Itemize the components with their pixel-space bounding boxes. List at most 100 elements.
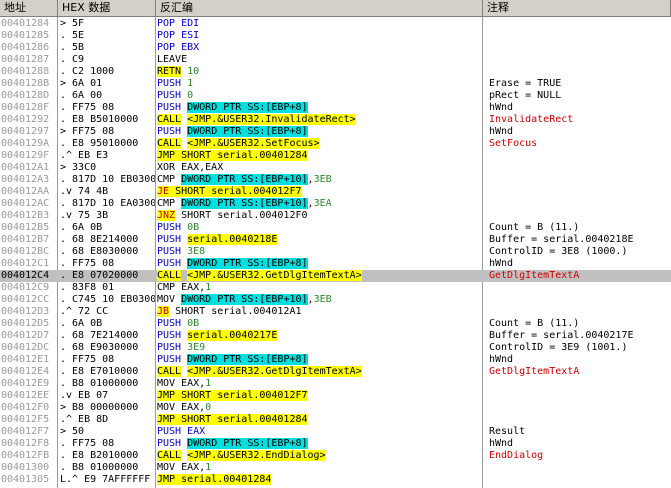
- row-disassembly: PUSH EAX: [157, 426, 480, 438]
- disasm-token: 3E8: [187, 246, 206, 257]
- row-disassembly: POP EDI: [157, 18, 480, 30]
- disasm-token: PUSH: [157, 438, 188, 449]
- row-address: 004012AC: [1, 198, 50, 209]
- listing-row[interactable]: 004012F8 . FF75 08 PUSH DWORD PTR SS:[EBP+…: [0, 438, 671, 450]
- listing-row[interactable]: 004012D3 .^ 72 CC JB SHORT serial.004012A1: [0, 306, 671, 318]
- row-hex-bytes: . 5E: [60, 30, 85, 41]
- row-hex-bytes: . B8 01000000: [60, 462, 139, 473]
- listing-row[interactable]: 00401284 > 5F POP EDI: [0, 18, 671, 30]
- disasm-token: DWORD PTR SS:[EBP+10]: [181, 198, 308, 209]
- row-address: 00401305: [1, 474, 50, 485]
- row-comment: SetFocus: [489, 138, 538, 149]
- listing-row[interactable]: 004012F5 .^ EB 8D JMP SHORT serial.0040128…: [0, 414, 671, 426]
- listing-row-selected[interactable]: 004012C4 . E8 07020000 CALL <JMP.&USER32.G…: [0, 270, 671, 282]
- column-header-comment[interactable]: 注释: [483, 0, 671, 17]
- listing-row[interactable]: 0040129F .^ EB E3 JMP SHORT serial.0040128…: [0, 150, 671, 162]
- row-disassembly: PUSH serial.0040217E: [157, 330, 480, 342]
- row-address: 004012A1: [1, 162, 50, 173]
- listing-row[interactable]: 004012FB . E8 B2010000 CALL <JMP.&USER32.E…: [0, 450, 671, 462]
- listing-row[interactable]: 00401287 . C9 LEAVE: [0, 54, 671, 66]
- listing-row[interactable]: 0040128B > 6A 01 PUSH 1 Erase = TRUE: [0, 78, 671, 90]
- row-comment: Buffer = serial.0040217E: [489, 330, 634, 341]
- listing-row[interactable]: 004012B7 . 68 8E214000 PUSH serial.0040218…: [0, 234, 671, 246]
- disassembly-listing[interactable]: 00401284 > 5F POP EDI 00401285. 5E POP ESI 00…: [0, 18, 671, 486]
- row-hex-bytes: . FF75 08: [60, 102, 115, 113]
- row-address: 004012CC: [1, 294, 50, 305]
- row-disassembly: PUSH 3E9: [157, 342, 480, 354]
- disasm-token: DWORD PTR SS:[EBP+8]: [187, 258, 308, 269]
- listing-row[interactable]: 00401300 . B8 01000000 MOV EAX,1: [0, 462, 671, 474]
- row-comment: [489, 282, 671, 294]
- column-header-hex[interactable]: HEX 数据: [58, 0, 156, 17]
- row-disassembly: CALL <JMP.&USER32.InvalidateRect>: [157, 114, 480, 126]
- disasm-token: serial.0040217E: [187, 330, 278, 341]
- listing-row[interactable]: 004012A1 > 33C0 XOR EAX,EAX: [0, 162, 671, 174]
- row-hex-bytes: > 50: [60, 426, 85, 437]
- row-disassembly: CALL <JMP.&USER32.GetDlgItemTextA>: [157, 270, 480, 282]
- row-disassembly: CALL <JMP.&USER32.SetFocus>: [157, 138, 480, 150]
- listing-row[interactable]: 004012E9 . B8 01000000 MOV EAX,1: [0, 378, 671, 390]
- listing-row[interactable]: 00401286 . 5B POP EBX: [0, 42, 671, 54]
- listing-row[interactable]: 004012F7 > 50 PUSH EAX Result: [0, 426, 671, 438]
- row-comment: [489, 474, 671, 486]
- listing-row[interactable]: 004012CC . C745 10 EB03000 MOV DWORD PTR S…: [0, 294, 671, 306]
- row-disassembly: PUSH DWORD PTR SS:[EBP+8]: [157, 126, 480, 138]
- listing-row[interactable]: 004012EE .v EB 07 JMP SHORT serial.004012F…: [0, 390, 671, 402]
- row-comment: InvalidateRect: [489, 114, 574, 125]
- listing-row[interactable]: 00401292 . E8 B5010000 CALL <JMP.&USER32.I…: [0, 114, 671, 126]
- disasm-token: MOV EAX,: [157, 378, 206, 389]
- listing-row[interactable]: 00401288 . C2 1000 RETN 10: [0, 66, 671, 78]
- listing-row[interactable]: 0040129A . E8 95010000 CALL <JMP.&USER32.S…: [0, 138, 671, 150]
- listing-row[interactable]: 004012D5 . 6A 0B PUSH 0B Count = B (11.): [0, 318, 671, 330]
- row-disassembly: LEAVE: [157, 54, 480, 66]
- listing-row[interactable]: 004012DC . 68 E9030000 PUSH 3E9 ControlID =…: [0, 342, 671, 354]
- listing-row[interactable]: 00401285 . 5E POP ESI: [0, 30, 671, 42]
- listing-row[interactable]: 004012B3 .v 75 3B JNZ SHORT serial.004012F…: [0, 210, 671, 222]
- listing-row[interactable]: 004012E4 . E8 E7010000 CALL <JMP.&USER32.G…: [0, 366, 671, 378]
- listing-row[interactable]: 0040128D . 6A 00 PUSH 0 pRect = NULL: [0, 90, 671, 102]
- row-hex-bytes: > 6A 01: [60, 78, 103, 89]
- listing-row[interactable]: 004012A3 . 817D 10 EB03000 CMP DWORD PTR S…: [0, 174, 671, 186]
- listing-row[interactable]: 004012BC . 68 E8030000 PUSH 3E8 ControlID =…: [0, 246, 671, 258]
- row-address: 004012FB: [1, 450, 50, 461]
- listing-row[interactable]: 00401297 > FF75 08 PUSH DWORD PTR SS:[EBP+…: [0, 126, 671, 138]
- disasm-token: 3EB: [313, 174, 332, 185]
- disasm-token: DWORD PTR SS:[EBP+8]: [187, 354, 308, 365]
- listing-row[interactable]: 00401305 L.^ E9 7AFFFFFF JMP serial.004012…: [0, 474, 671, 486]
- row-hex-bytes: . 68 E9030000: [60, 342, 139, 353]
- disasm-token: PUSH: [157, 78, 188, 89]
- row-comment: EndDialog: [489, 450, 544, 461]
- row-disassembly: CALL <JMP.&USER32.EndDialog>: [157, 450, 480, 462]
- row-hex-bytes: . B8 01000000: [60, 378, 139, 389]
- row-disassembly: MOV EAX,1: [157, 462, 480, 474]
- disasm-token: 10: [181, 66, 200, 77]
- listing-row[interactable]: 004012B5 . 6A 0B PUSH 0B Count = B (11.): [0, 222, 671, 234]
- column-header-address[interactable]: 地址: [0, 0, 58, 17]
- row-disassembly: JMP SHORT serial.00401284: [157, 414, 480, 426]
- disasm-token: PUSH: [157, 318, 188, 329]
- disasm-token: SHORT serial.004012F7: [169, 186, 302, 197]
- column-header-disassembly[interactable]: 反汇编: [156, 0, 483, 17]
- disasm-token: PUSH EAX: [157, 426, 206, 437]
- listing-row[interactable]: 004012F0 > B8 00000000 MOV EAX,0: [0, 402, 671, 414]
- listing-row[interactable]: 0040128F . FF75 08 PUSH DWORD PTR SS:[EBP+…: [0, 102, 671, 114]
- listing-row[interactable]: 004012AC . 817D 10 EA03000 CMP DWORD PTR S…: [0, 198, 671, 210]
- disasm-token: <JMP.&USER32.SetFocus>: [187, 138, 320, 149]
- listing-row[interactable]: 004012D7 . 68 7E214000 PUSH serial.0040217…: [0, 330, 671, 342]
- row-comment: [489, 414, 671, 426]
- disasm-token: CALL: [157, 366, 182, 377]
- row-hex-bytes: . 68 7E214000: [60, 330, 139, 341]
- disasm-token: 3E9: [187, 342, 206, 353]
- row-address: 004012E9: [1, 378, 50, 389]
- row-disassembly: PUSH 1: [157, 78, 480, 90]
- listing-row[interactable]: 004012C9 . 83F8 01 CMP EAX,1: [0, 282, 671, 294]
- listing-row[interactable]: 004012AA .v 74 4B JE SHORT serial.004012F7: [0, 186, 671, 198]
- row-hex-bytes: . E8 B5010000: [60, 114, 139, 125]
- row-comment: hWnd: [489, 258, 514, 269]
- row-disassembly: PUSH DWORD PTR SS:[EBP+8]: [157, 438, 480, 450]
- row-comment: Erase = TRUE: [489, 78, 562, 89]
- listing-row[interactable]: 004012C1 . FF75 08 PUSH DWORD PTR SS:[EBP+…: [0, 258, 671, 270]
- disasm-token: <JMP.&USER32.EndDialog>: [187, 450, 326, 461]
- disasm-token: SHORT serial.004012A1: [169, 306, 302, 317]
- listing-row[interactable]: 004012E1 . FF75 08 PUSH DWORD PTR SS:[EBP+…: [0, 354, 671, 366]
